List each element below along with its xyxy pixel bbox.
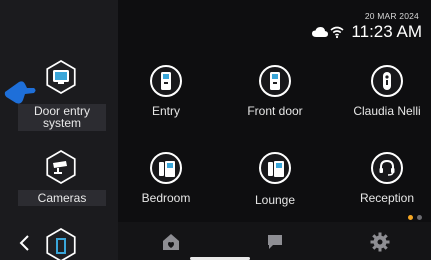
tile-label-bedroom: Bedroom	[141, 191, 191, 205]
cameras-hex-button[interactable]	[46, 150, 76, 184]
sidebar: Door entry system Cameras	[0, 0, 118, 260]
page-dot-active[interactable]	[408, 215, 413, 220]
home-icon[interactable]	[162, 233, 180, 251]
cloud-icon	[312, 27, 328, 37]
claudia-nelli-icon-button[interactable]	[371, 65, 403, 97]
tile-label-claudia-nelli: Claudia Nelli	[353, 104, 421, 118]
door-station-icon	[270, 72, 280, 90]
door-lock-icon	[383, 72, 391, 90]
label-line-2: system	[42, 116, 81, 130]
reception-icon-button[interactable]	[371, 152, 403, 184]
tile-label-lounge: Lounge	[254, 193, 296, 207]
sidebar-item-cameras[interactable]: Cameras	[0, 140, 118, 210]
chevron-left-icon[interactable]	[18, 234, 32, 252]
lounge-icon-button[interactable]	[259, 152, 291, 184]
front-door-icon-button[interactable]	[259, 65, 291, 97]
door-hex-button[interactable]	[46, 228, 76, 260]
entry-icon-button[interactable]	[150, 65, 182, 97]
door-station-icon	[161, 72, 171, 90]
tile-label-reception: Reception	[359, 191, 415, 205]
door-icon	[56, 238, 66, 254]
sidebar-label-door-entry: Door entry system	[18, 104, 106, 131]
bedroom-icon-button[interactable]	[150, 152, 182, 184]
camera-icon	[53, 161, 67, 174]
pointer-hand-icon	[4, 81, 36, 104]
status-date: 20 MAR 2024	[364, 11, 419, 21]
monitor-icon	[53, 70, 69, 84]
intercom-screen: Door entry system Cameras 20 MAR 2024 11…	[0, 0, 431, 260]
tile-label-entry: Entry	[151, 104, 180, 118]
sidebar-label-cameras: Cameras	[18, 190, 106, 206]
intercom-handset-icon	[268, 161, 284, 177]
door-entry-hex-button[interactable]	[46, 60, 76, 94]
wifi-icon	[330, 26, 344, 39]
page-dot-inactive[interactable]	[417, 215, 422, 220]
chat-icon[interactable]	[266, 233, 284, 251]
bottom-nav-bar	[118, 222, 431, 260]
settings-gear-icon[interactable]	[370, 232, 390, 252]
sidebar-item-door-entry[interactable]: Door entry system	[0, 0, 118, 131]
tile-label-front-door: Front door	[247, 104, 303, 118]
status-time: 11:23 AM	[351, 22, 422, 41]
headset-icon	[379, 159, 395, 176]
intercom-handset-icon	[159, 161, 175, 177]
